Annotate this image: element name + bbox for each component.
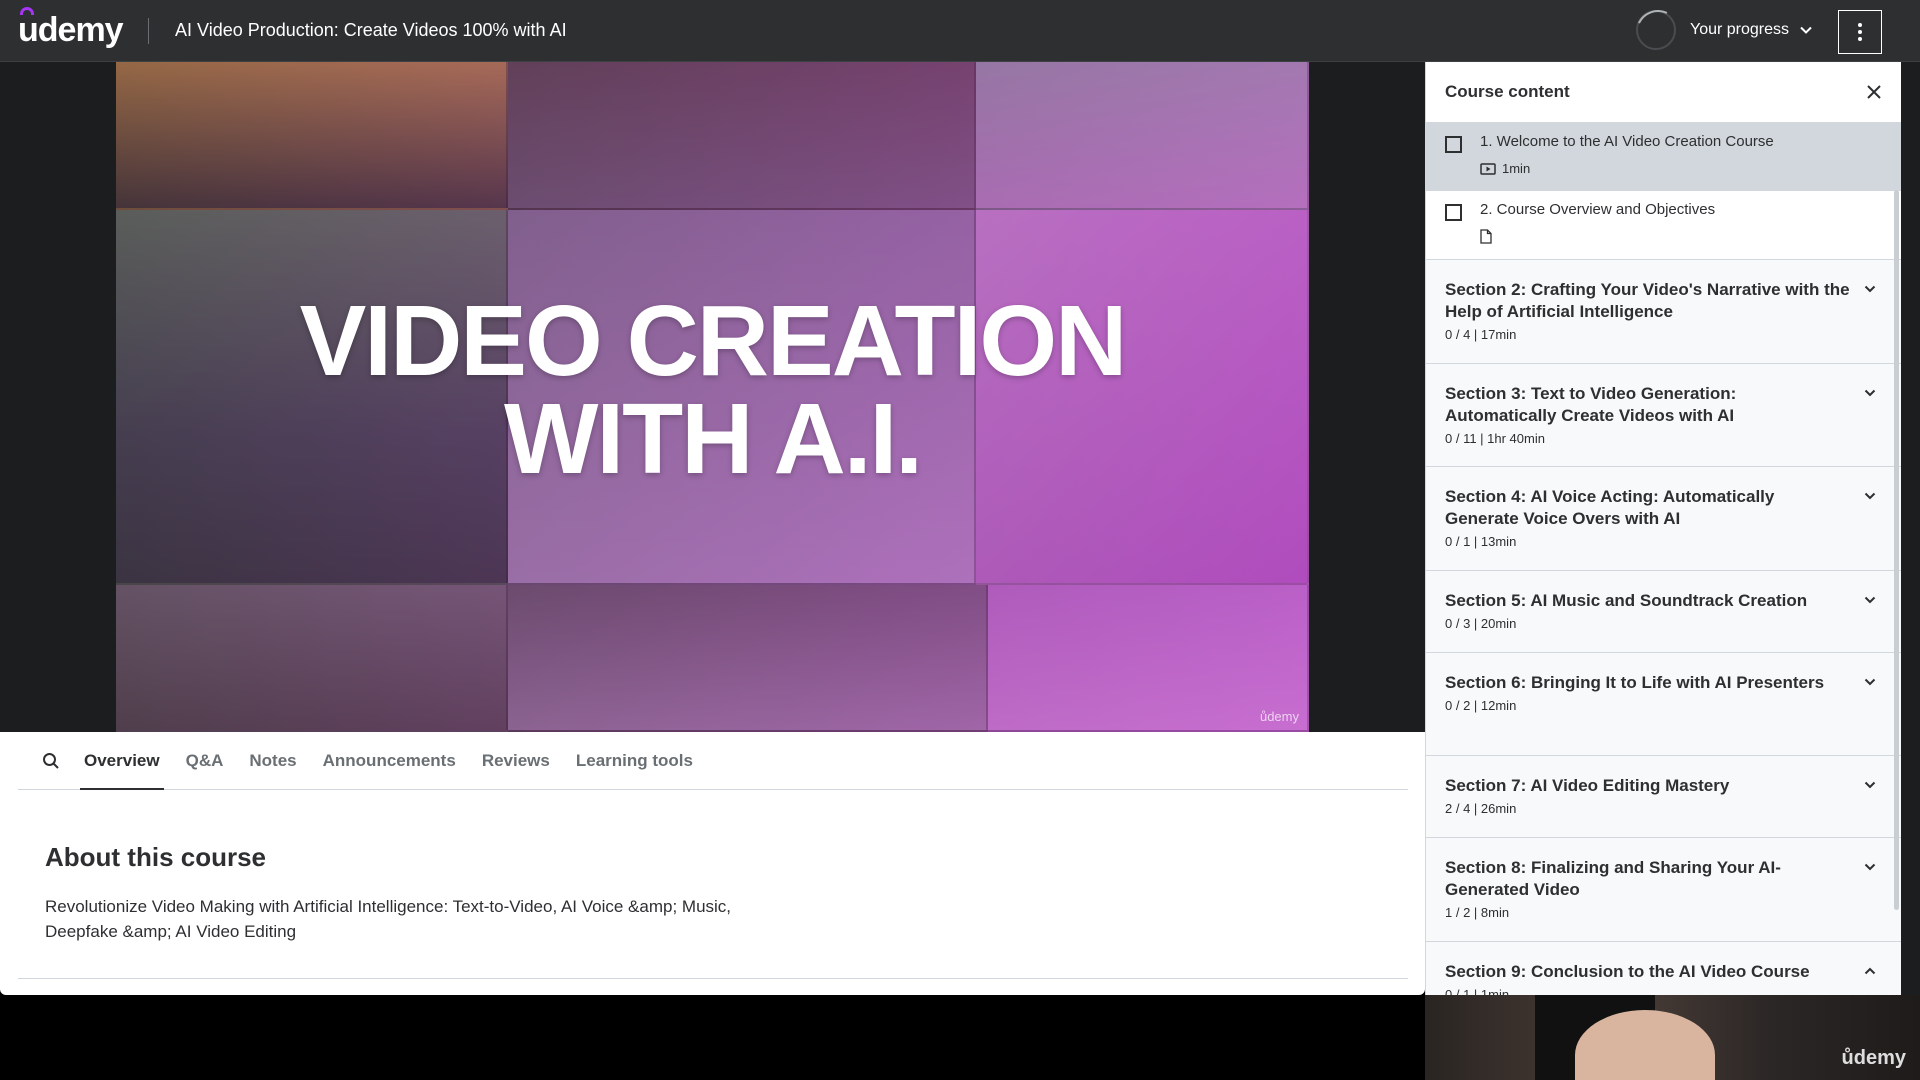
- tab-reviews[interactable]: Reviews: [482, 732, 550, 790]
- progress-label: Your progress: [1690, 21, 1790, 38]
- video-icon: [1480, 162, 1496, 175]
- tab-learning-tools[interactable]: Learning tools: [576, 732, 693, 790]
- section-item[interactable]: Section 7: AI Video Editing Mastery 2 / …: [1426, 755, 1901, 837]
- section-title: Section 6: Bringing It to Life with AI P…: [1445, 673, 1825, 692]
- section-meta: 0 / 4 | 17min: [1445, 327, 1517, 342]
- tab-overview[interactable]: Overview: [80, 732, 164, 790]
- course-tabs: Overview Q&A Notes Announcements Reviews…: [18, 732, 1408, 790]
- course-content-sidebar: Course content 1. Welcome to the AI Vide…: [1425, 62, 1901, 995]
- header-divider: [148, 17, 149, 44]
- search-button[interactable]: [18, 732, 84, 790]
- video-watermark: ůdemy: [1259, 709, 1299, 724]
- about-description: Revolutionize Video Making with Artifici…: [45, 897, 732, 941]
- section-title: Section 8: Finalizing and Sharing Your A…: [1445, 858, 1781, 899]
- search-icon: [43, 752, 59, 769]
- presenter-camera-overlay: ůdemy: [1425, 995, 1920, 1080]
- course-title[interactable]: AI Video Production: Create Videos 100% …: [175, 20, 567, 41]
- sidebar-title: Course content: [1445, 82, 1570, 101]
- section-title: Section 9: Conclusion to the AI Video Co…: [1445, 962, 1810, 981]
- progress-ring-icon: [1636, 10, 1676, 50]
- chevron-down-icon: [1864, 863, 1876, 871]
- section-meta: 1 / 2 | 8min: [1445, 905, 1510, 920]
- chevron-down-icon: [1864, 596, 1876, 604]
- section-title: Section 2: Crafting Your Video's Narrati…: [1445, 280, 1850, 321]
- camera-watermark: ůdemy: [1841, 1047, 1906, 1069]
- sidebar-scrollbar[interactable]: [1894, 190, 1899, 910]
- tab-notes[interactable]: Notes: [249, 732, 296, 790]
- lecture-title: 2. Course Overview and Objectives: [1480, 201, 1716, 218]
- chevron-down-icon: [1864, 678, 1876, 686]
- chevron-down-icon: [1864, 285, 1876, 293]
- section-item[interactable]: Section 2: Crafting Your Video's Narrati…: [1426, 259, 1901, 363]
- section-title: Section 3: Text to Video Generation: Aut…: [1445, 384, 1737, 425]
- more-options-button[interactable]: [1838, 10, 1882, 54]
- course-details-panel: Overview Q&A Notes Announcements Reviews…: [0, 732, 1425, 995]
- section-meta: 0 / 1 | 1min: [1445, 987, 1510, 995]
- section-meta: 0 / 3 | 20min: [1445, 616, 1517, 631]
- section-item[interactable]: Section 8: Finalizing and Sharing Your A…: [1426, 837, 1901, 941]
- lecture-meta: [1480, 229, 1715, 244]
- divider: [18, 978, 1408, 979]
- section-meta: 2 / 4 | 26min: [1445, 801, 1517, 816]
- chevron-down-icon: [1864, 492, 1876, 500]
- lecture-item[interactable]: 1. Welcome to the AI Video Creation Cour…: [1426, 123, 1901, 191]
- video-player[interactable]: VIDEO CREATION WITH A.I. ůdemy: [116, 62, 1309, 732]
- video-headline: VIDEO CREATION WITH A.I.: [299, 285, 1128, 495]
- lecture-duration: 1min: [1502, 161, 1531, 176]
- section-item[interactable]: Section 4: AI Voice Acting: Automaticall…: [1426, 466, 1901, 570]
- chevron-down-icon: [1800, 26, 1812, 34]
- section-meta: 0 / 11 | 1hr 40min: [1445, 431, 1545, 446]
- section-item[interactable]: Section 6: Bringing It to Life with AI P…: [1426, 652, 1901, 755]
- section-item[interactable]: Section 9: Conclusion to the AI Video Co…: [1426, 941, 1901, 995]
- section-title: Section 4: AI Voice Acting: Automaticall…: [1445, 487, 1775, 528]
- vertical-ellipsis-icon: [1858, 23, 1862, 41]
- lecture-title: 1. Welcome to the AI Video Creation Cour…: [1480, 133, 1774, 150]
- window-edge: [1901, 62, 1920, 1080]
- close-icon: [1867, 85, 1881, 99]
- lecture-meta: 1min: [1480, 161, 1774, 176]
- sidebar-header: Course content: [1426, 62, 1901, 123]
- chevron-down-icon: [1864, 389, 1876, 397]
- top-bar: udemy AI Video Production: Create Videos…: [0, 0, 1920, 62]
- document-icon: [1480, 229, 1492, 244]
- section-title: Section 7: AI Video Editing Mastery: [1445, 776, 1730, 795]
- lecture-checkbox[interactable]: [1445, 204, 1462, 221]
- lecture-checkbox[interactable]: [1445, 136, 1462, 153]
- section-item[interactable]: Section 5: AI Music and Soundtrack Creat…: [1426, 570, 1901, 652]
- udemy-logo[interactable]: udemy: [0, 0, 128, 62]
- chevron-down-icon: [1864, 781, 1876, 789]
- progress-button[interactable]: Your progress: [1636, 8, 1813, 52]
- lecture-item[interactable]: 2. Course Overview and Objectives: [1426, 191, 1901, 259]
- tab-announcements[interactable]: Announcements: [323, 732, 456, 790]
- chevron-up-icon: [1864, 967, 1876, 975]
- tab-qa[interactable]: Q&A: [186, 732, 224, 790]
- section-item[interactable]: Section 3: Text to Video Generation: Aut…: [1426, 363, 1901, 466]
- close-sidebar-button[interactable]: [1863, 81, 1885, 103]
- section-title: Section 5: AI Music and Soundtrack Creat…: [1445, 591, 1808, 610]
- section-meta: 0 / 1 | 13min: [1445, 534, 1517, 549]
- section-meta: 0 / 2 | 12min: [1445, 698, 1517, 713]
- about-heading: About this course: [45, 842, 267, 872]
